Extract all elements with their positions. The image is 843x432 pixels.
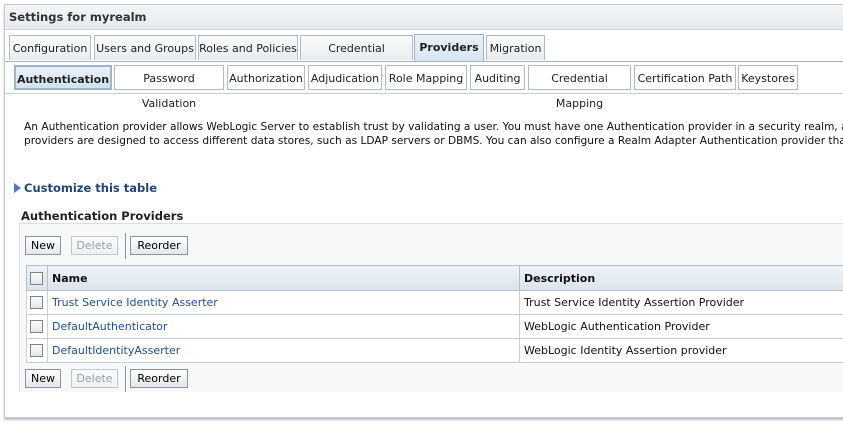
tab-migration[interactable]: Migration	[486, 35, 545, 60]
provider-description-cell: Trust Service Identity Assertion Provide…	[519, 290, 843, 315]
subtab-adjudication[interactable]: Adjudication	[308, 65, 382, 90]
table-row: DefaultAuthenticator WebLogic Authentica…	[26, 314, 843, 339]
row-checkbox-cell	[26, 314, 48, 339]
column-header-name[interactable]: Name	[47, 265, 520, 291]
column-header-description[interactable]: Description	[519, 265, 843, 291]
new-button-bottom[interactable]: New	[25, 369, 61, 388]
provider-name-link[interactable]: DefaultAuthenticator	[52, 320, 167, 333]
table-header-row: Name Description	[26, 265, 843, 291]
provider-name-cell: Trust Service Identity Asserter	[47, 290, 520, 315]
subtab-authentication[interactable]: Authentication	[14, 65, 112, 90]
description-line-1: An Authentication provider allows WebLog…	[24, 121, 843, 133]
settings-panel: Settings for myrealm Configuration Users…	[4, 4, 843, 418]
provider-name-cell: DefaultIdentityAsserter	[47, 338, 520, 363]
select-all-cell	[26, 265, 48, 291]
toolbar-separator	[125, 366, 126, 392]
select-all-checkbox[interactable]	[30, 271, 43, 285]
row-checkbox[interactable]	[30, 296, 43, 310]
tab-configuration[interactable]: Configuration	[9, 35, 91, 60]
row-checkbox-cell	[26, 338, 48, 363]
new-button[interactable]: New	[25, 236, 61, 255]
providers-table: Name Description Trust Service Identity …	[26, 265, 843, 363]
provider-name-link[interactable]: Trust Service Identity Asserter	[52, 296, 218, 309]
subtab-credential-mapping[interactable]: Credential Mapping	[528, 65, 631, 110]
row-checkbox-cell	[26, 290, 48, 315]
subtab-auditing[interactable]: Auditing	[470, 65, 525, 90]
provider-description-cell: WebLogic Authentication Provider	[519, 314, 843, 339]
delete-button[interactable]: Delete	[71, 236, 118, 255]
table-row: Trust Service Identity Asserter Trust Se…	[26, 290, 843, 315]
expand-triangle-icon	[14, 183, 21, 193]
provider-subtab-bar: Authentication Password Validation Autho…	[5, 65, 843, 110]
reorder-button-bottom[interactable]: Reorder	[130, 369, 188, 388]
reorder-button[interactable]: Reorder	[130, 236, 188, 255]
tab-roles-and-policies[interactable]: Roles and Policies	[198, 35, 298, 60]
toolbar-separator	[125, 233, 126, 259]
provider-name-cell: DefaultAuthenticator	[47, 314, 520, 339]
tab-users-and-groups[interactable]: Users and Groups	[94, 35, 196, 60]
subtab-certification-path[interactable]: Certification Path	[634, 65, 736, 90]
delete-button-bottom[interactable]: Delete	[71, 369, 118, 388]
subtab-keystores[interactable]: Keystores	[738, 65, 798, 90]
provider-description: An Authentication provider allows WebLog…	[24, 120, 843, 148]
providers-table-region: New Delete Reorder Name Description Trus…	[19, 223, 843, 392]
provider-description-cell: WebLogic Identity Assertion provider	[519, 338, 843, 363]
primary-tab-bar: Configuration Users and Groups Roles and…	[5, 29, 843, 80]
subtab-divider	[5, 93, 843, 94]
row-checkbox[interactable]	[30, 344, 43, 358]
subtab-authorization[interactable]: Authorization	[227, 65, 305, 90]
page-title: Settings for myrealm	[5, 5, 843, 30]
subtab-password-validation[interactable]: Password Validation	[114, 65, 224, 110]
subtab-role-mapping[interactable]: Role Mapping	[385, 65, 467, 90]
customize-table-label: Customize this table	[24, 181, 157, 195]
providers-table-title: Authentication Providers	[21, 209, 184, 223]
table-row: DefaultIdentityAsserter WebLogic Identit…	[26, 338, 843, 363]
provider-name-link[interactable]: DefaultIdentityAsserter	[52, 344, 180, 357]
description-line-2: providers are designed to access differe…	[24, 135, 843, 147]
tab-providers[interactable]: Providers	[414, 34, 484, 61]
row-checkbox[interactable]	[30, 320, 43, 334]
customize-table-toggle[interactable]: Customize this table	[14, 181, 157, 195]
tab-credential-mappings[interactable]: Credential Mappings	[300, 35, 413, 80]
